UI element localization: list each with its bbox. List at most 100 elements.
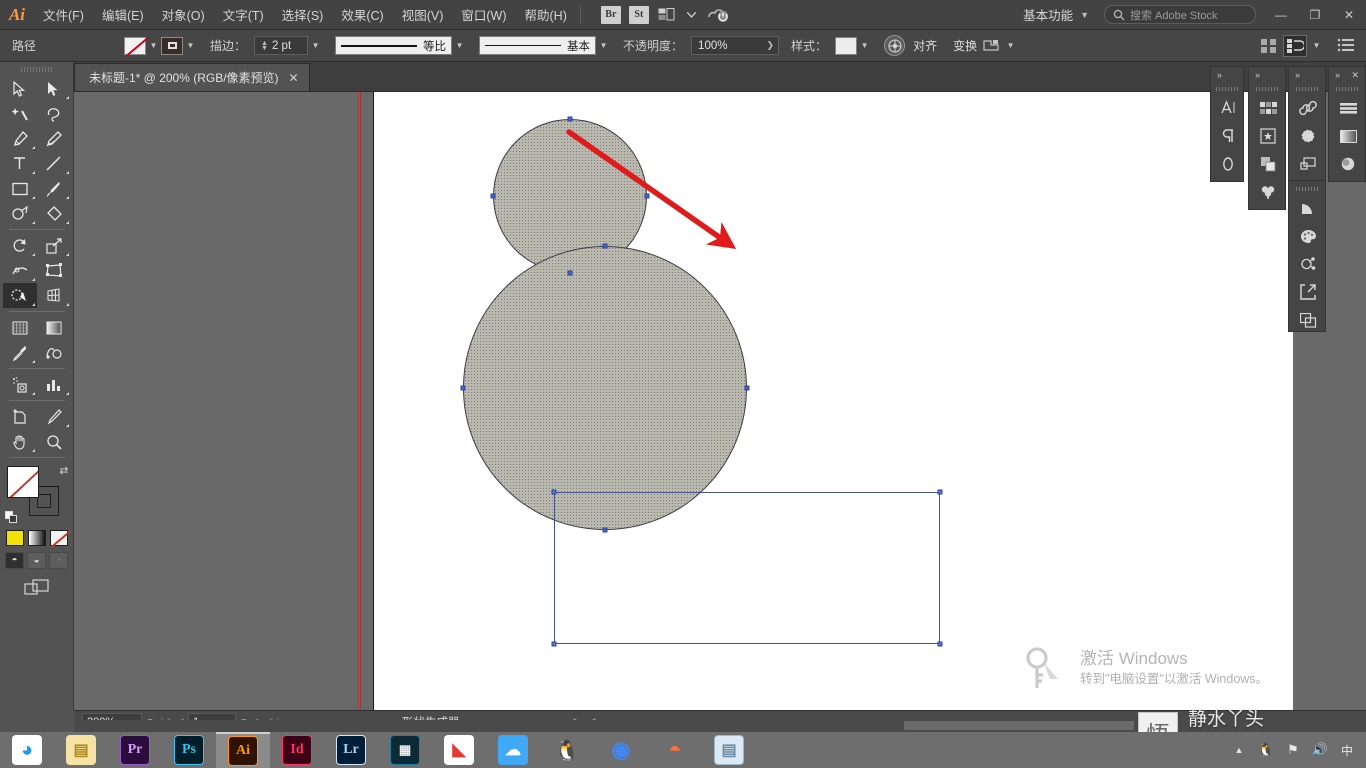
- symbol-sprayer-tool[interactable]: [3, 372, 37, 397]
- dock-grip[interactable]: [1289, 183, 1325, 194]
- shape-icon[interactable]: [979, 35, 1003, 57]
- type-tool[interactable]: [3, 151, 37, 176]
- hand-tool[interactable]: [3, 429, 37, 454]
- pen-tool[interactable]: [3, 126, 37, 151]
- document-setup-chevron-down-icon[interactable]: ▼: [1309, 37, 1324, 55]
- magic-wand-tool[interactable]: [3, 101, 37, 126]
- window-restore-button[interactable]: ❐: [1298, 0, 1332, 30]
- draw-normal-button[interactable]: ◓: [5, 552, 24, 569]
- brush-libraries-panel-icon[interactable]: [1289, 122, 1327, 150]
- anchor-point[interactable]: [551, 489, 557, 495]
- taskbar-qq[interactable]: 🐧: [540, 732, 594, 768]
- mesh-tool[interactable]: [3, 315, 37, 340]
- anchor-point[interactable]: [460, 385, 466, 391]
- lasso-tool[interactable]: [37, 101, 71, 126]
- taskbar-illustrator[interactable]: Ai: [216, 732, 270, 768]
- stroke-profile-chevron-down-icon[interactable]: ▼: [452, 37, 467, 55]
- arrange-documents-icon[interactable]: [656, 4, 678, 26]
- default-fill-stroke-icon[interactable]: [4, 511, 18, 524]
- dock-grip[interactable]: [1249, 83, 1285, 94]
- color-guide-panel-icon[interactable]: [1289, 194, 1327, 222]
- anchor-point[interactable]: [744, 385, 750, 391]
- color-fill-button[interactable]: [5, 530, 24, 546]
- menu-effect[interactable]: 效果(C): [332, 0, 392, 30]
- properties-panel-icon[interactable]: [1329, 94, 1366, 122]
- screen-mode-button[interactable]: [3, 579, 71, 597]
- anchor-point[interactable]: [644, 193, 650, 199]
- tools-panel-grip[interactable]: [0, 62, 73, 76]
- taskbar-baidu-netdisk[interactable]: ☁: [486, 732, 540, 768]
- dock-grip[interactable]: [1211, 83, 1243, 94]
- none-fill-button[interactable]: [49, 530, 68, 546]
- opentype-panel-icon[interactable]: [1211, 150, 1245, 178]
- width-tool[interactable]: [3, 258, 37, 283]
- links-panel-icon[interactable]: [1289, 278, 1327, 306]
- dock-collapse-button[interactable]: »: [1211, 67, 1243, 83]
- fill-chevron-down-icon[interactable]: ▼: [146, 37, 161, 55]
- graphic-styles-panel-icon[interactable]: [1289, 250, 1327, 278]
- arrange-chevron-down-icon[interactable]: [685, 4, 699, 26]
- bridge-icon[interactable]: Br: [600, 5, 621, 24]
- taskbar-360-browser[interactable]: ◕: [0, 732, 54, 768]
- libraries-panel-icon[interactable]: [1289, 94, 1327, 122]
- transform-chevron-down-icon[interactable]: ▼: [1003, 37, 1018, 55]
- ime-icon[interactable]: 中: [1338, 741, 1356, 759]
- curvature-tool[interactable]: [37, 126, 71, 151]
- stroke-weight-stepper[interactable]: ▲ ▼: [261, 40, 268, 52]
- opacity-input[interactable]: 100% ❯: [691, 36, 780, 55]
- free-transform-tool[interactable]: [37, 258, 71, 283]
- show-hidden-icons-button[interactable]: ▲: [1230, 741, 1248, 759]
- dock-grip[interactable]: [1329, 83, 1365, 94]
- menu-view[interactable]: 视图(V): [393, 0, 453, 30]
- window-minimize-button[interactable]: —: [1264, 0, 1298, 30]
- notification-flag-icon[interactable]: ⚑: [1284, 741, 1302, 759]
- anchor-point[interactable]: [490, 193, 496, 199]
- swatches-panel-icon[interactable]: [1249, 94, 1287, 122]
- rotate-tool[interactable]: [3, 233, 37, 258]
- menu-file[interactable]: 文件(F): [34, 0, 93, 30]
- stock-search-input[interactable]: 搜索 Adobe Stock: [1104, 5, 1256, 24]
- taskbar-chrome[interactable]: ◉: [594, 732, 648, 768]
- body-circle-shape[interactable]: [463, 246, 747, 530]
- menu-help[interactable]: 帮助(H): [516, 0, 576, 30]
- menu-select[interactable]: 选择(S): [273, 0, 333, 30]
- base-rectangle-shape[interactable]: [554, 492, 940, 644]
- transform-panel-icon[interactable]: [1289, 150, 1327, 178]
- dock-collapse-chevron-icon[interactable]: »: [1335, 70, 1340, 80]
- document-setup-icon[interactable]: [1283, 34, 1307, 57]
- swap-fill-stroke-icon[interactable]: ⇄: [59, 464, 68, 477]
- anchor-point[interactable]: [937, 641, 943, 647]
- pathfinder-panel-icon[interactable]: [1249, 150, 1287, 178]
- scale-tool[interactable]: [37, 233, 71, 258]
- brushes-panel-icon[interactable]: [1249, 178, 1287, 206]
- canvas-area[interactable]: [74, 92, 1366, 710]
- artboard-tool[interactable]: [3, 404, 37, 429]
- taskbar-lightroom[interactable]: Lr: [324, 732, 378, 768]
- menu-edit[interactable]: 编辑(E): [93, 0, 153, 30]
- taskbar-video-editor[interactable]: ▦: [378, 732, 432, 768]
- dock-collapse-button[interactable]: »: [1289, 67, 1325, 83]
- anchor-point[interactable]: [602, 527, 608, 533]
- taskbar-firefox[interactable]: ◓: [648, 732, 702, 768]
- paragraph-panel-icon[interactable]: [1211, 122, 1245, 150]
- volume-icon[interactable]: 🔊: [1311, 741, 1329, 759]
- gradient-panel-icon[interactable]: [1329, 122, 1366, 150]
- stroke-chevron-down-icon[interactable]: ▼: [183, 37, 198, 55]
- layers-panel-icon[interactable]: [1289, 306, 1327, 334]
- stroke-weight-input[interactable]: ▲ ▼ 2 pt: [254, 36, 309, 55]
- menu-type[interactable]: 文字(T): [214, 0, 273, 30]
- document-tab[interactable]: 未标题-1* @ 200% (RGB/像素预览) ✕: [74, 63, 310, 91]
- blend-tool[interactable]: [37, 340, 71, 365]
- taskbar-notes[interactable]: ▤: [702, 732, 756, 768]
- zoom-tool[interactable]: [37, 429, 71, 454]
- direct-selection-tool[interactable]: [37, 76, 71, 101]
- dock-close-icon[interactable]: ✕: [1351, 70, 1359, 81]
- anchor-point[interactable]: [567, 270, 573, 276]
- taskbar-indesign[interactable]: Id: [270, 732, 324, 768]
- stroke-swatch-button[interactable]: [161, 36, 184, 55]
- menu-window[interactable]: 窗口(W): [452, 0, 515, 30]
- scrollbar-thumb[interactable]: [904, 721, 1134, 730]
- dock-collapse-button[interactable]: » ✕: [1329, 67, 1365, 83]
- brush-definition-select[interactable]: 基本: [479, 36, 597, 55]
- fill-swatch-button[interactable]: [124, 36, 147, 55]
